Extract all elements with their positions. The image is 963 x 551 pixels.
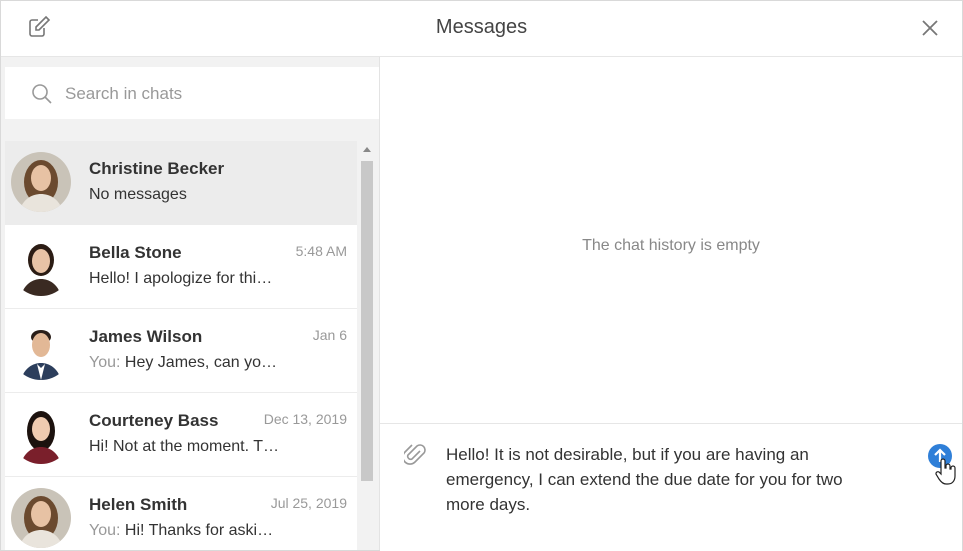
- chat-name: Courteney Bass: [89, 411, 219, 430]
- chat-name: Christine Becker: [89, 159, 225, 178]
- chat-time: 5:48 AM: [295, 243, 347, 259]
- chat-item-christine-becker[interactable]: Christine Becker No messages: [5, 141, 357, 225]
- search-icon: [32, 84, 52, 104]
- chat-list-scrollbar[interactable]: [359, 141, 375, 550]
- empty-history-text: The chat history is empty: [582, 237, 760, 254]
- header: Messages: [1, 1, 962, 57]
- chat-name: Bella Stone: [89, 243, 182, 262]
- search-input[interactable]: [63, 81, 357, 107]
- chat-name: James Wilson: [89, 327, 203, 346]
- chat-preview-text: No messages: [89, 186, 187, 203]
- search-box: [5, 67, 379, 119]
- scroll-up-arrow-icon[interactable]: [363, 147, 371, 152]
- avatar: [11, 404, 71, 464]
- message-composer: Hello! It is not desirable, but if you a…: [380, 423, 962, 551]
- hand-cursor-icon: [935, 458, 956, 485]
- chat-preview-text: Hi! Not at the moment. T…: [89, 438, 279, 455]
- page-title: Messages: [435, 16, 528, 38]
- chat-preview-text: Hello! I apologize for thi…: [89, 270, 273, 287]
- chat-name: Helen Smith: [89, 495, 188, 514]
- chat-item-helen-smith[interactable]: Helen Smith Jul 25, 2019 You: Hi! Thanks…: [5, 477, 357, 550]
- scroll-thumb[interactable]: [361, 161, 373, 481]
- chat-item-james-wilson[interactable]: James Wilson Jan 6 You: Hey James, can y…: [5, 309, 357, 393]
- you-prefix: You:: [89, 522, 121, 539]
- chat-preview-text: Hey James, can yo…: [124, 354, 277, 371]
- chat-preview-text: Hi! Thanks for aski…: [124, 522, 274, 539]
- avatar: [11, 488, 71, 548]
- paperclip-icon[interactable]: [404, 442, 426, 468]
- chat-time: Dec 13, 2019: [263, 411, 347, 427]
- you-prefix: You:: [89, 354, 121, 371]
- close-icon[interactable]: [919, 17, 941, 39]
- chat-item-courteney-bass[interactable]: Courteney Bass Dec 13, 2019 Hi! Not at t…: [5, 393, 357, 477]
- chat-list-panel: Christine Becker No messages Bella Ston: [1, 57, 380, 550]
- avatar: [11, 236, 71, 296]
- chat-preview: You: Hi! Thanks for aski…: [89, 522, 289, 540]
- message-input[interactable]: Hello! It is not desirable, but if you a…: [446, 442, 886, 517]
- chat-list: Christine Becker No messages Bella Stone…: [5, 141, 357, 550]
- avatar: [11, 152, 71, 212]
- chat-time: Jan 6: [312, 327, 347, 343]
- chat-preview: Hello! I apologize for thi…: [89, 270, 289, 288]
- avatar: [11, 320, 71, 380]
- chat-panel: The chat history is empty Hello! It is n…: [380, 57, 962, 551]
- chat-item-bella-stone[interactable]: Bella Stone 5:48 AM Hello! I apologize f…: [5, 225, 357, 309]
- chat-preview: Hi! Not at the moment. T…: [89, 438, 289, 456]
- chat-time: Jul 25, 2019: [270, 495, 347, 511]
- chat-preview: You: Hey James, can yo…: [89, 354, 289, 372]
- messages-window: Messages Search in chats Christine Becke…: [0, 0, 963, 551]
- chat-preview: No messages: [89, 186, 289, 204]
